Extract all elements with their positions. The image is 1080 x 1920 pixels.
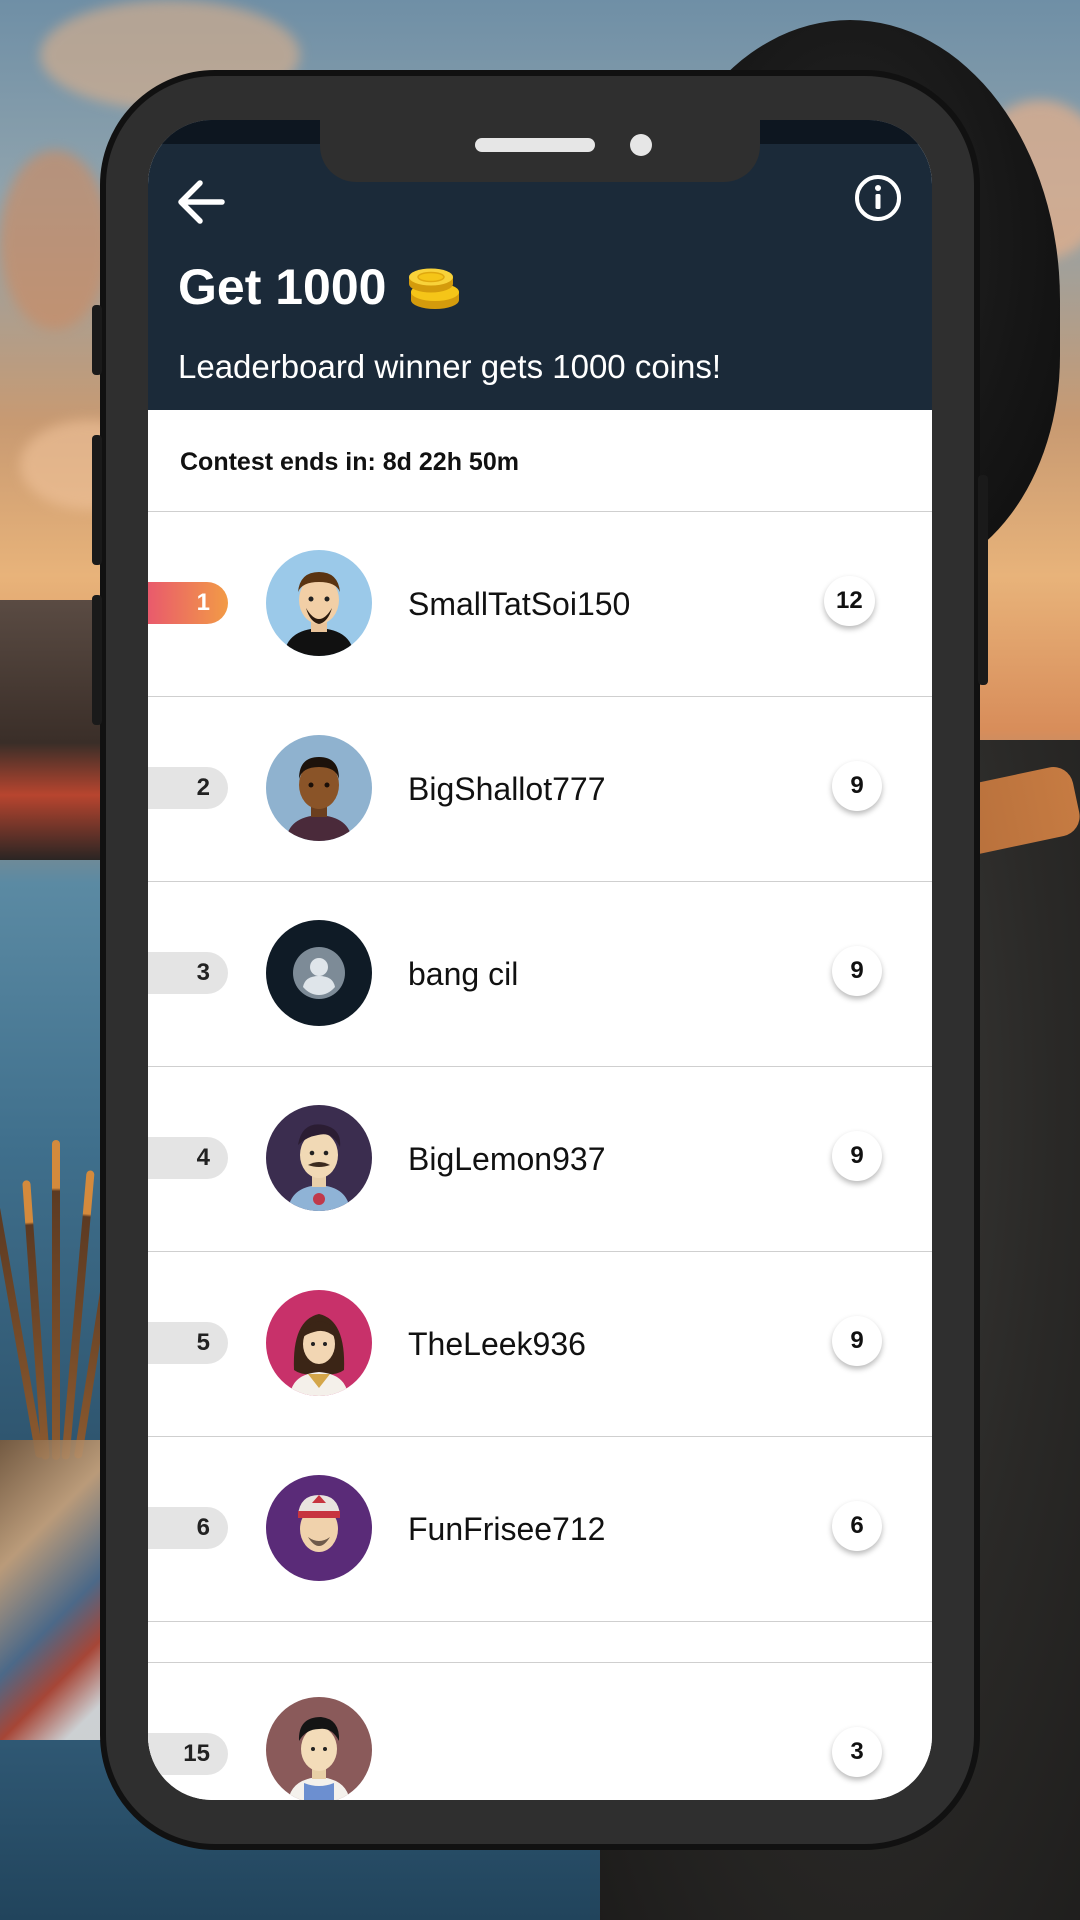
avatar-man-beard bbox=[266, 550, 372, 656]
leaderboard-list[interactable]: 1 SmallTatSoi150 12 2 BigShallot777 9 3 … bbox=[148, 512, 932, 1662]
rank-badge: 15 bbox=[148, 1733, 228, 1775]
rank-badge: 1 bbox=[148, 582, 228, 624]
back-button[interactable] bbox=[170, 170, 234, 234]
leaderboard-row[interactable]: 4 BigLemon937 9 bbox=[148, 1067, 932, 1252]
phone-notch bbox=[320, 120, 760, 182]
rank-badge: 6 bbox=[148, 1507, 228, 1549]
contest-ends-text: Contest ends in: 8d 22h 50m bbox=[180, 448, 519, 476]
rank-badge: 5 bbox=[148, 1322, 228, 1364]
avatar-woman bbox=[266, 1290, 372, 1396]
phone-side-button bbox=[92, 595, 102, 725]
score-badge: 9 bbox=[832, 1316, 882, 1366]
rank-badge: 2 bbox=[148, 767, 228, 809]
avatar-default-user bbox=[266, 920, 372, 1026]
avatar-man-dark bbox=[266, 735, 372, 841]
own-rank-row[interactable]: 15 3 bbox=[148, 1662, 932, 1800]
score-badge: 9 bbox=[832, 761, 882, 811]
title-row: Get 1000 bbox=[178, 258, 462, 316]
contest-timer-bar: Contest ends in: 8d 22h 50m bbox=[148, 410, 932, 512]
phone-side-button bbox=[978, 475, 988, 685]
info-circle-icon bbox=[855, 175, 901, 221]
rank-badge: 3 bbox=[148, 952, 228, 994]
leaderboard-row[interactable]: 6 FunFrisee712 6 bbox=[148, 1437, 932, 1622]
front-camera bbox=[630, 134, 652, 156]
leaderboard-row[interactable]: 3 bang cil 9 bbox=[148, 882, 932, 1067]
player-name: TheLeek936 bbox=[408, 1326, 586, 1362]
leaderboard-row[interactable]: 5 TheLeek936 9 bbox=[148, 1252, 932, 1437]
info-button[interactable] bbox=[848, 168, 908, 228]
speaker-grille bbox=[475, 138, 595, 152]
score-badge: 12 bbox=[824, 576, 875, 626]
player-name: BigLemon937 bbox=[408, 1141, 606, 1177]
leaderboard-row[interactable]: 1 SmallTatSoi150 12 bbox=[148, 512, 932, 697]
phone-side-button bbox=[92, 305, 102, 375]
arrow-left-icon bbox=[178, 180, 225, 224]
score-badge: 9 bbox=[832, 1131, 882, 1181]
leaderboard-row[interactable]: 2 BigShallot777 9 bbox=[148, 697, 932, 882]
page-title: Get 1000 bbox=[178, 259, 387, 315]
avatar-boy-apron bbox=[266, 1697, 372, 1800]
coin-stack-icon bbox=[409, 268, 460, 309]
player-name: SmallTatSoi150 bbox=[408, 586, 631, 622]
phone-side-button bbox=[92, 435, 102, 565]
avatar-man-headband bbox=[266, 1475, 372, 1581]
avatar-man-mustache bbox=[266, 1105, 372, 1211]
app-screen: Get 1000 Leaderboard winner gets 1000 co… bbox=[148, 120, 932, 1800]
score-badge: 6 bbox=[832, 1501, 882, 1551]
player-name: FunFrisee712 bbox=[408, 1511, 606, 1547]
player-name: BigShallot777 bbox=[408, 771, 606, 807]
player-name: bang cil bbox=[408, 956, 519, 992]
rank-badge: 4 bbox=[148, 1137, 228, 1179]
page-subtitle: Leaderboard winner gets 1000 coins! bbox=[178, 348, 722, 385]
score-badge: 9 bbox=[832, 946, 882, 996]
score-badge: 3 bbox=[832, 1727, 882, 1777]
